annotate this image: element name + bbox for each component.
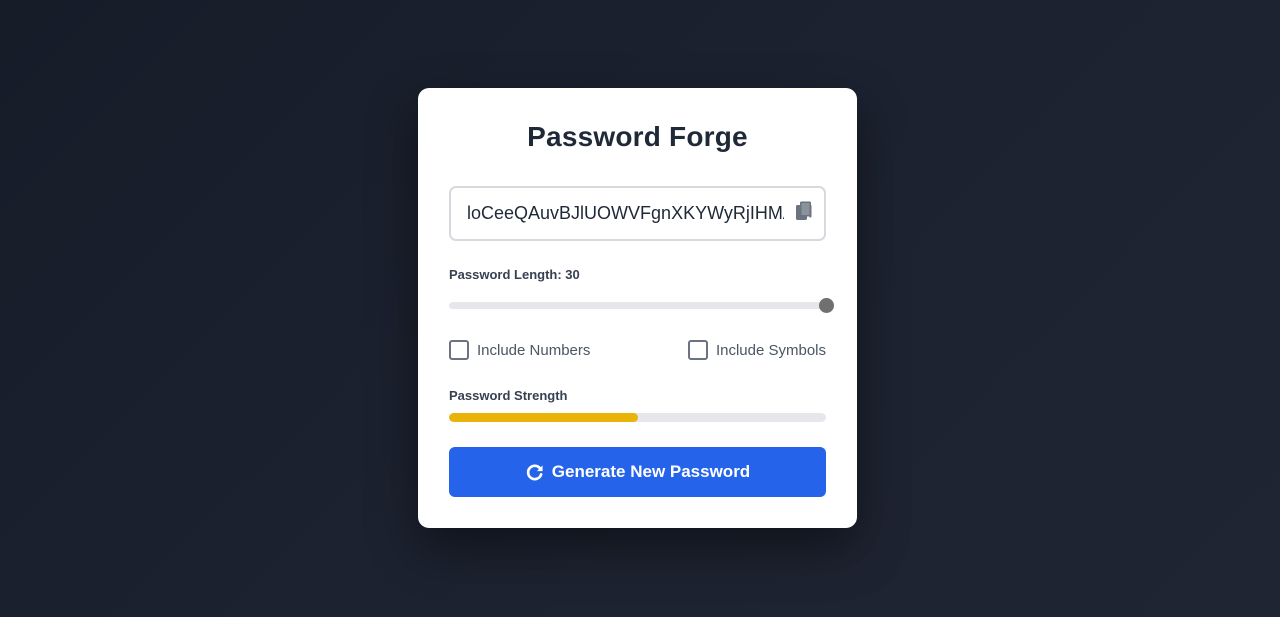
page-title: Password Forge [527, 121, 748, 152]
copy-icon [795, 201, 813, 226]
length-label: Password Length: 30 [449, 267, 580, 282]
password-generator-card: Password Forge Password Length: 30 Inclu… [418, 88, 857, 528]
slider-handle[interactable] [819, 298, 834, 313]
include-numbers-checkbox[interactable] [449, 340, 469, 360]
generate-button[interactable]: Generate New Password [449, 447, 826, 497]
password-output-field[interactable] [467, 203, 784, 224]
include-symbols-label: Include Symbols [715, 341, 826, 359]
length-slider[interactable] [449, 298, 834, 313]
options-row: Include Numbers Include Symbols [449, 340, 826, 360]
strength-meter [449, 413, 826, 422]
generate-button-label: Generate New Password [551, 462, 751, 481]
include-symbols-option[interactable]: Include Symbols [687, 340, 826, 360]
strength-meter-fill [449, 413, 638, 422]
include-symbols-checkbox[interactable] [687, 340, 708, 360]
include-numbers-label: Include Numbers [477, 341, 591, 359]
copy-button[interactable] [792, 201, 816, 226]
strength-label: Password Strength [449, 388, 568, 403]
include-numbers-option[interactable]: Include Numbers [449, 340, 590, 360]
password-display [449, 186, 826, 241]
refresh-icon [525, 463, 544, 482]
